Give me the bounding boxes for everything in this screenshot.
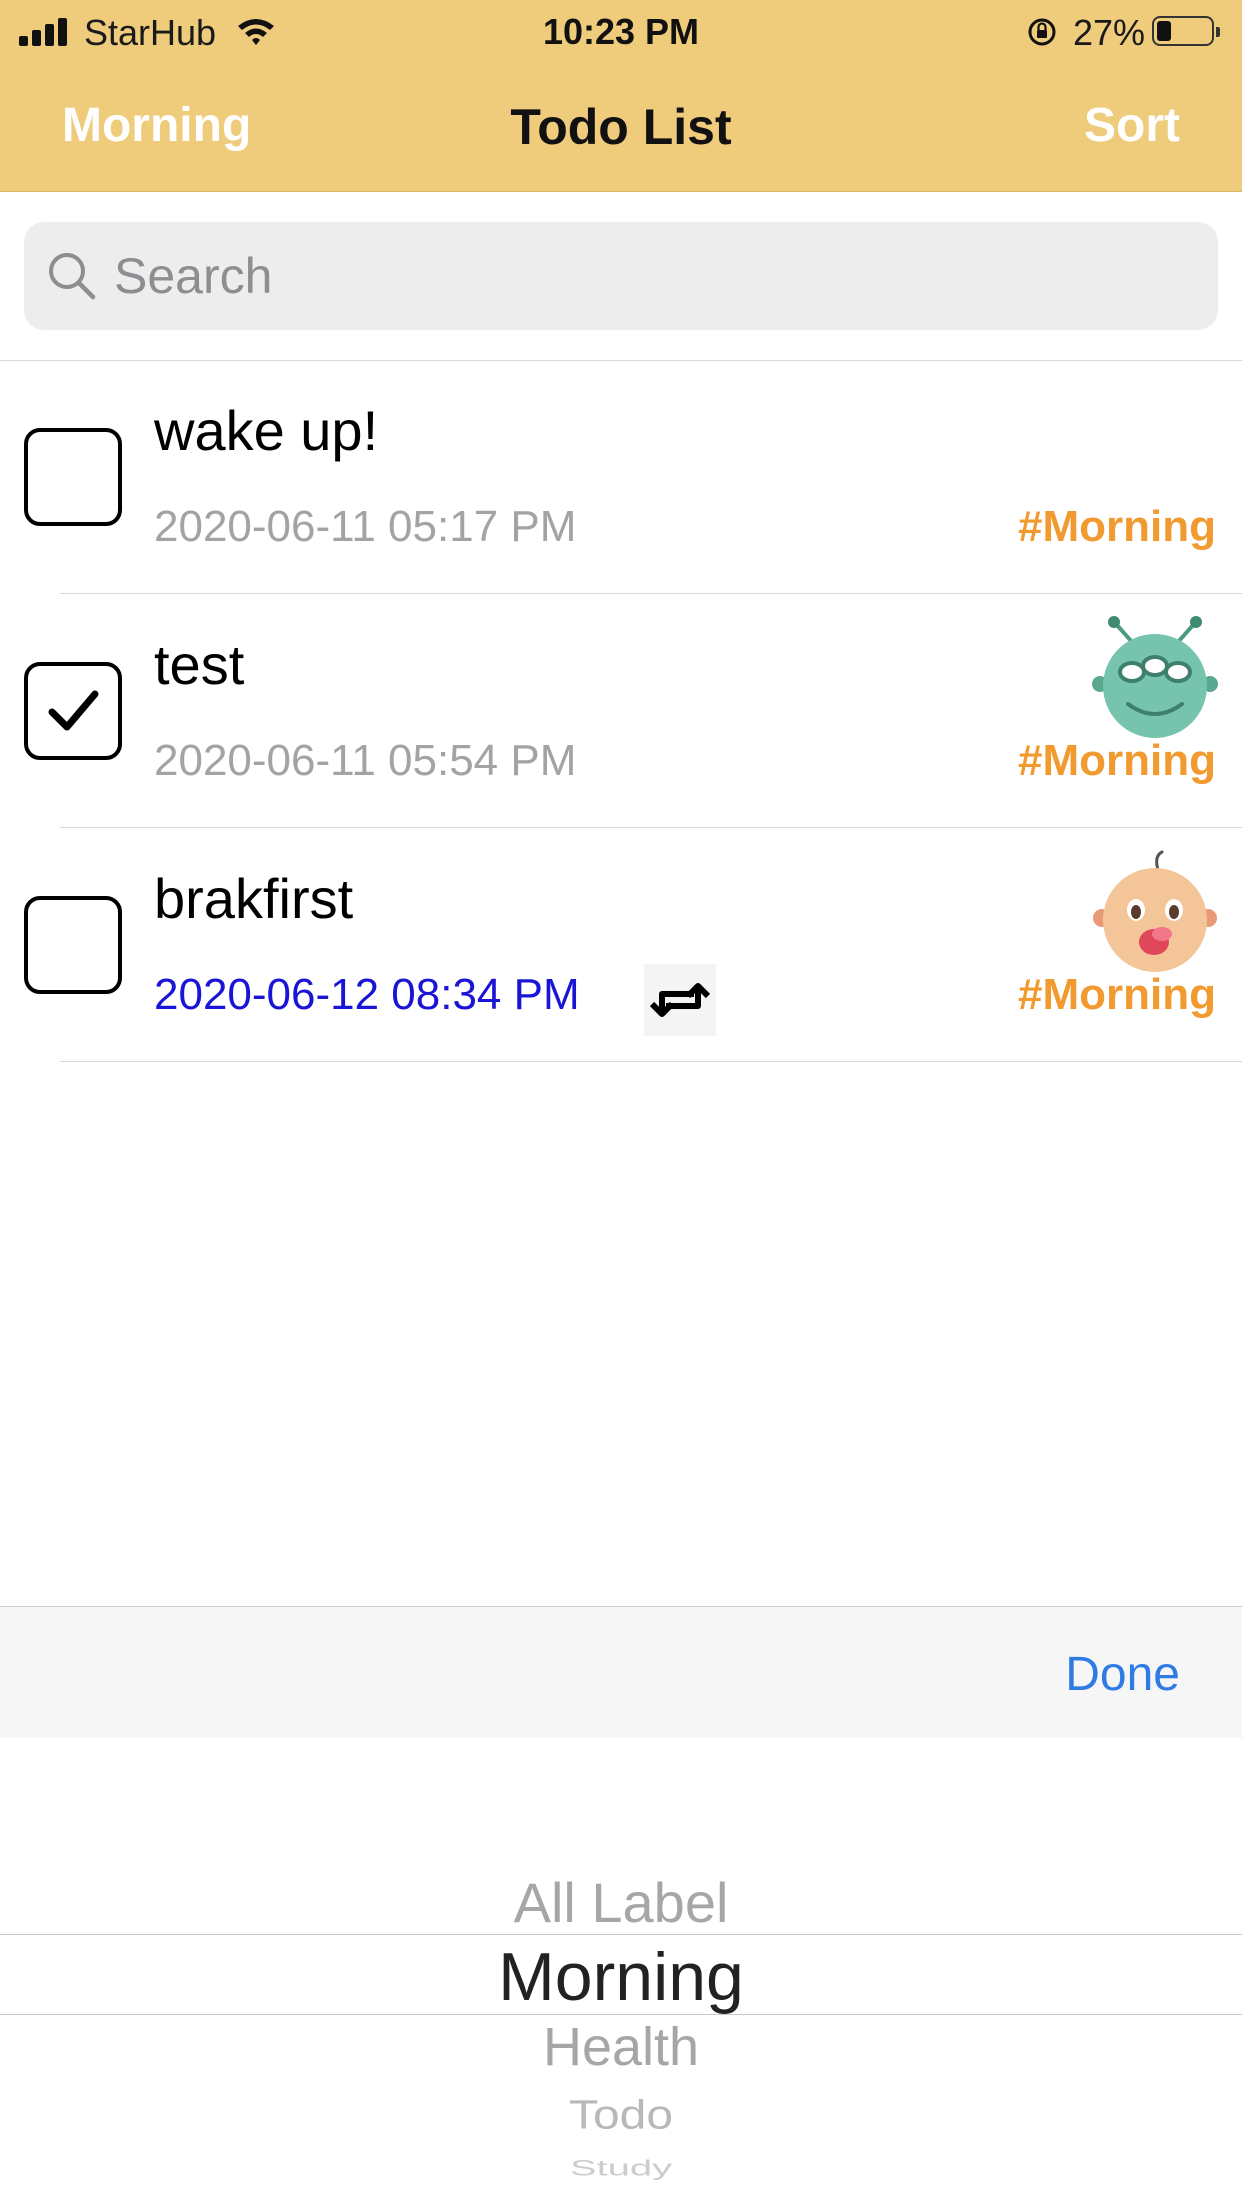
todo-item[interactable]: brakfirst 2020-06-12 08:34 PM #Morning <box>0 828 1242 1062</box>
picker-selection-top-line <box>0 1934 1242 1935</box>
todo-item[interactable]: wake up! 2020-06-11 05:17 PM #Morning <box>0 360 1242 594</box>
todo-date: 2020-06-11 05:54 PM <box>154 736 577 785</box>
todo-checkbox-checked[interactable] <box>24 662 122 760</box>
alien-avatar-icon <box>1092 616 1218 738</box>
checkmark-icon <box>48 690 99 731</box>
battery-percent: 27% <box>1072 12 1145 53</box>
todo-checkbox[interactable] <box>24 896 122 994</box>
picker-toolbar: Done <box>0 1606 1242 1739</box>
todo-checkbox[interactable] <box>24 428 122 526</box>
rotation-lock-icon <box>1028 18 1056 46</box>
top-bar: StarHub 10:23 PM 27% Morning Todo List S… <box>0 0 1242 192</box>
picker-option[interactable]: Health <box>0 2016 1242 2078</box>
done-button[interactable]: Done <box>1065 1647 1180 1702</box>
todo-date: 2020-06-11 05:17 PM <box>154 502 577 551</box>
todo-title: test <box>154 633 245 696</box>
row-divider <box>60 1061 1242 1062</box>
page-title: Todo List <box>510 99 732 155</box>
todo-title: wake up! <box>154 399 379 462</box>
todo-tag[interactable]: #Morning <box>1018 736 1216 786</box>
search-bar <box>0 192 1242 361</box>
status-bar: StarHub 10:23 PM 27% <box>0 0 1242 62</box>
search-input[interactable] <box>112 240 1196 312</box>
picker-option[interactable]: Todo <box>0 2092 1242 2139</box>
sort-button[interactable]: Sort <box>1084 98 1180 153</box>
search-icon <box>49 253 96 300</box>
picker-selection-bottom-line <box>0 2014 1242 2015</box>
picker-option[interactable]: All Label <box>0 1870 1242 1935</box>
screen: StarHub 10:23 PM 27% Morning Todo List S… <box>0 0 1242 2208</box>
baby-avatar-icon <box>1093 850 1217 972</box>
picker-option[interactable]: Study <box>0 2156 1242 2181</box>
todo-title: brakfirst <box>154 867 354 930</box>
battery-icon <box>1152 16 1220 46</box>
todo-date: 2020-06-12 08:34 PM <box>154 970 580 1019</box>
label-picker[interactable]: All Label Morning Health Todo Study <box>0 1738 1242 2208</box>
todo-tag[interactable]: #Morning <box>1018 970 1216 1020</box>
repeat-icon <box>644 964 716 1036</box>
todo-item[interactable]: test 2020-06-11 05:54 PM #Morning <box>0 594 1242 828</box>
picker-option-selected[interactable]: Morning <box>0 1938 1242 2016</box>
todo-tag[interactable]: #Morning <box>1018 502 1216 552</box>
search-field[interactable] <box>24 222 1218 330</box>
